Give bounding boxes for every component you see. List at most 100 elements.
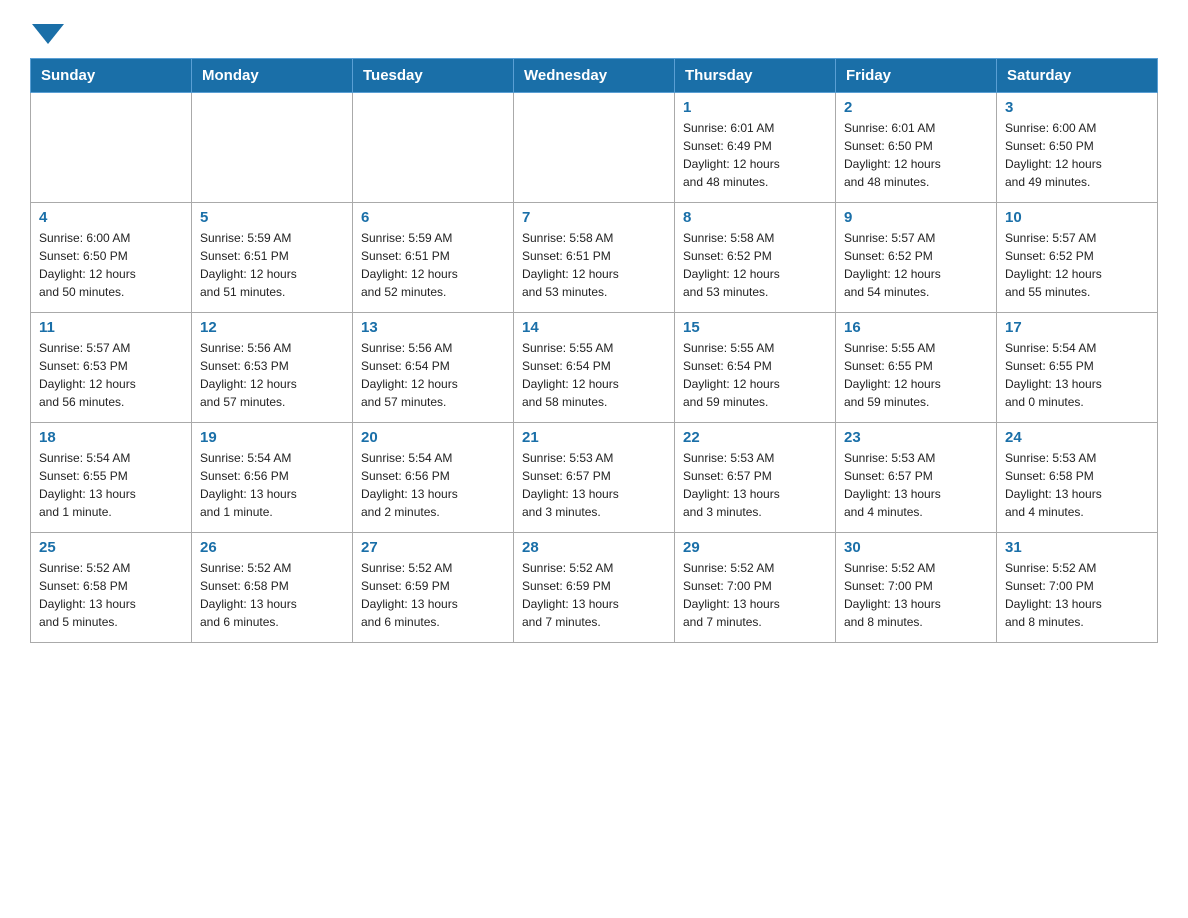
calendar-cell: 22 Sunrise: 5:53 AMSunset: 6:57 PMDayligh… xyxy=(675,423,836,533)
calendar-week-row: 25 Sunrise: 5:52 AMSunset: 6:58 PMDayligh… xyxy=(31,533,1158,643)
calendar-week-row: 1 Sunrise: 6:01 AMSunset: 6:49 PMDaylight… xyxy=(31,93,1158,203)
calendar-cell xyxy=(31,93,192,203)
calendar-cell: 24 Sunrise: 5:53 AMSunset: 6:58 PMDayligh… xyxy=(997,423,1158,533)
calendar-cell: 21 Sunrise: 5:53 AMSunset: 6:57 PMDayligh… xyxy=(514,423,675,533)
logo-arrow-icon xyxy=(32,24,64,44)
day-info: Sunrise: 5:54 AMSunset: 6:56 PMDaylight:… xyxy=(200,449,344,521)
calendar-cell: 1 Sunrise: 6:01 AMSunset: 6:49 PMDaylight… xyxy=(675,93,836,203)
day-info: Sunrise: 5:58 AMSunset: 6:52 PMDaylight:… xyxy=(683,229,827,301)
day-info: Sunrise: 6:00 AMSunset: 6:50 PMDaylight:… xyxy=(1005,119,1149,191)
day-info: Sunrise: 5:54 AMSunset: 6:55 PMDaylight:… xyxy=(1005,339,1149,411)
day-number: 30 xyxy=(844,539,988,556)
day-number: 23 xyxy=(844,429,988,446)
day-number: 22 xyxy=(683,429,827,446)
calendar-cell xyxy=(514,93,675,203)
day-number: 24 xyxy=(1005,429,1149,446)
day-number: 27 xyxy=(361,539,505,556)
calendar-cell: 14 Sunrise: 5:55 AMSunset: 6:54 PMDayligh… xyxy=(514,313,675,423)
calendar-week-row: 18Sunrise: 5:54 AMSunset: 6:55 PMDayligh… xyxy=(31,423,1158,533)
day-number: 28 xyxy=(522,539,666,556)
day-info: Sunrise: 6:01 AMSunset: 6:50 PMDaylight:… xyxy=(844,119,988,191)
day-number: 21 xyxy=(522,429,666,446)
day-number: 10 xyxy=(1005,209,1149,226)
weekday-header-monday: Monday xyxy=(192,59,353,93)
day-info: Sunrise: 6:00 AMSunset: 6:50 PMDaylight:… xyxy=(39,229,183,301)
day-info: Sunrise: 5:52 AMSunset: 7:00 PMDaylight:… xyxy=(844,559,988,631)
logo-top xyxy=(30,20,64,44)
day-info: Sunrise: 5:55 AMSunset: 6:54 PMDaylight:… xyxy=(683,339,827,411)
day-number: 1 xyxy=(683,99,827,116)
day-info: Sunrise: 5:53 AMSunset: 6:57 PMDaylight:… xyxy=(522,449,666,521)
day-number: 6 xyxy=(361,209,505,226)
day-info: Sunrise: 5:59 AMSunset: 6:51 PMDaylight:… xyxy=(200,229,344,301)
day-info: Sunrise: 5:57 AMSunset: 6:52 PMDaylight:… xyxy=(844,229,988,301)
page-header xyxy=(30,20,1158,40)
calendar-cell: 20 Sunrise: 5:54 AMSunset: 6:56 PMDayligh… xyxy=(353,423,514,533)
day-info: Sunrise: 5:52 AMSunset: 7:00 PMDaylight:… xyxy=(1005,559,1149,631)
calendar-cell: 18Sunrise: 5:54 AMSunset: 6:55 PMDayligh… xyxy=(31,423,192,533)
day-number: 13 xyxy=(361,319,505,336)
day-info: Sunrise: 5:53 AMSunset: 6:58 PMDaylight:… xyxy=(1005,449,1149,521)
weekday-header-saturday: Saturday xyxy=(997,59,1158,93)
day-number: 19 xyxy=(200,429,344,446)
calendar-cell: 31 Sunrise: 5:52 AMSunset: 7:00 PMDayligh… xyxy=(997,533,1158,643)
day-number: 4 xyxy=(39,209,183,226)
calendar-cell: 5Sunrise: 5:59 AMSunset: 6:51 PMDaylight… xyxy=(192,203,353,313)
calendar-cell xyxy=(192,93,353,203)
calendar-week-row: 4 Sunrise: 6:00 AMSunset: 6:50 PMDaylight… xyxy=(31,203,1158,313)
day-info: Sunrise: 5:54 AMSunset: 6:56 PMDaylight:… xyxy=(361,449,505,521)
day-info: Sunrise: 5:53 AMSunset: 6:57 PMDaylight:… xyxy=(844,449,988,521)
calendar-cell: 2 Sunrise: 6:01 AMSunset: 6:50 PMDaylight… xyxy=(836,93,997,203)
day-number: 17 xyxy=(1005,319,1149,336)
day-info: Sunrise: 5:57 AMSunset: 6:53 PMDaylight:… xyxy=(39,339,183,411)
day-number: 9 xyxy=(844,209,988,226)
weekday-header-wednesday: Wednesday xyxy=(514,59,675,93)
day-number: 7 xyxy=(522,209,666,226)
calendar-cell: 4 Sunrise: 6:00 AMSunset: 6:50 PMDaylight… xyxy=(31,203,192,313)
day-number: 18 xyxy=(39,429,183,446)
day-info: Sunrise: 5:52 AMSunset: 6:59 PMDaylight:… xyxy=(522,559,666,631)
calendar-cell: 12Sunrise: 5:56 AMSunset: 6:53 PMDayligh… xyxy=(192,313,353,423)
calendar-cell: 9 Sunrise: 5:57 AMSunset: 6:52 PMDaylight… xyxy=(836,203,997,313)
day-info: Sunrise: 5:53 AMSunset: 6:57 PMDaylight:… xyxy=(683,449,827,521)
calendar-cell: 17 Sunrise: 5:54 AMSunset: 6:55 PMDayligh… xyxy=(997,313,1158,423)
day-number: 14 xyxy=(522,319,666,336)
day-number: 31 xyxy=(1005,539,1149,556)
calendar-cell: 26 Sunrise: 5:52 AMSunset: 6:58 PMDayligh… xyxy=(192,533,353,643)
day-number: 8 xyxy=(683,209,827,226)
calendar-cell: 3 Sunrise: 6:00 AMSunset: 6:50 PMDaylight… xyxy=(997,93,1158,203)
calendar-cell: 25Sunrise: 5:52 AMSunset: 6:58 PMDayligh… xyxy=(31,533,192,643)
day-info: Sunrise: 5:52 AMSunset: 6:58 PMDaylight:… xyxy=(200,559,344,631)
calendar-cell: 13 Sunrise: 5:56 AMSunset: 6:54 PMDayligh… xyxy=(353,313,514,423)
day-info: Sunrise: 5:55 AMSunset: 6:55 PMDaylight:… xyxy=(844,339,988,411)
calendar-cell: 29 Sunrise: 5:52 AMSunset: 7:00 PMDayligh… xyxy=(675,533,836,643)
calendar-cell: 30 Sunrise: 5:52 AMSunset: 7:00 PMDayligh… xyxy=(836,533,997,643)
calendar-cell: 7Sunrise: 5:58 AMSunset: 6:51 PMDaylight… xyxy=(514,203,675,313)
day-info: Sunrise: 5:57 AMSunset: 6:52 PMDaylight:… xyxy=(1005,229,1149,301)
day-info: Sunrise: 5:56 AMSunset: 6:54 PMDaylight:… xyxy=(361,339,505,411)
day-number: 2 xyxy=(844,99,988,116)
day-number: 29 xyxy=(683,539,827,556)
calendar-header-row: SundayMondayTuesdayWednesdayThursdayFrid… xyxy=(31,59,1158,93)
day-number: 20 xyxy=(361,429,505,446)
day-number: 3 xyxy=(1005,99,1149,116)
day-info: Sunrise: 5:59 AMSunset: 6:51 PMDaylight:… xyxy=(361,229,505,301)
day-number: 26 xyxy=(200,539,344,556)
calendar-cell xyxy=(353,93,514,203)
calendar-cell: 23 Sunrise: 5:53 AMSunset: 6:57 PMDayligh… xyxy=(836,423,997,533)
calendar-cell: 8 Sunrise: 5:58 AMSunset: 6:52 PMDaylight… xyxy=(675,203,836,313)
day-info: Sunrise: 5:52 AMSunset: 7:00 PMDaylight:… xyxy=(683,559,827,631)
calendar-cell: 19 Sunrise: 5:54 AMSunset: 6:56 PMDayligh… xyxy=(192,423,353,533)
weekday-header-sunday: Sunday xyxy=(31,59,192,93)
day-number: 11 xyxy=(39,319,183,336)
logo xyxy=(30,20,64,40)
day-number: 16 xyxy=(844,319,988,336)
day-info: Sunrise: 5:55 AMSunset: 6:54 PMDaylight:… xyxy=(522,339,666,411)
day-number: 25 xyxy=(39,539,183,556)
calendar-cell: 16 Sunrise: 5:55 AMSunset: 6:55 PMDayligh… xyxy=(836,313,997,423)
calendar-cell: 28 Sunrise: 5:52 AMSunset: 6:59 PMDayligh… xyxy=(514,533,675,643)
calendar-cell: 11 Sunrise: 5:57 AMSunset: 6:53 PMDayligh… xyxy=(31,313,192,423)
day-info: Sunrise: 5:56 AMSunset: 6:53 PMDaylight:… xyxy=(200,339,344,411)
day-info: Sunrise: 6:01 AMSunset: 6:49 PMDaylight:… xyxy=(683,119,827,191)
calendar-cell: 15Sunrise: 5:55 AMSunset: 6:54 PMDayligh… xyxy=(675,313,836,423)
